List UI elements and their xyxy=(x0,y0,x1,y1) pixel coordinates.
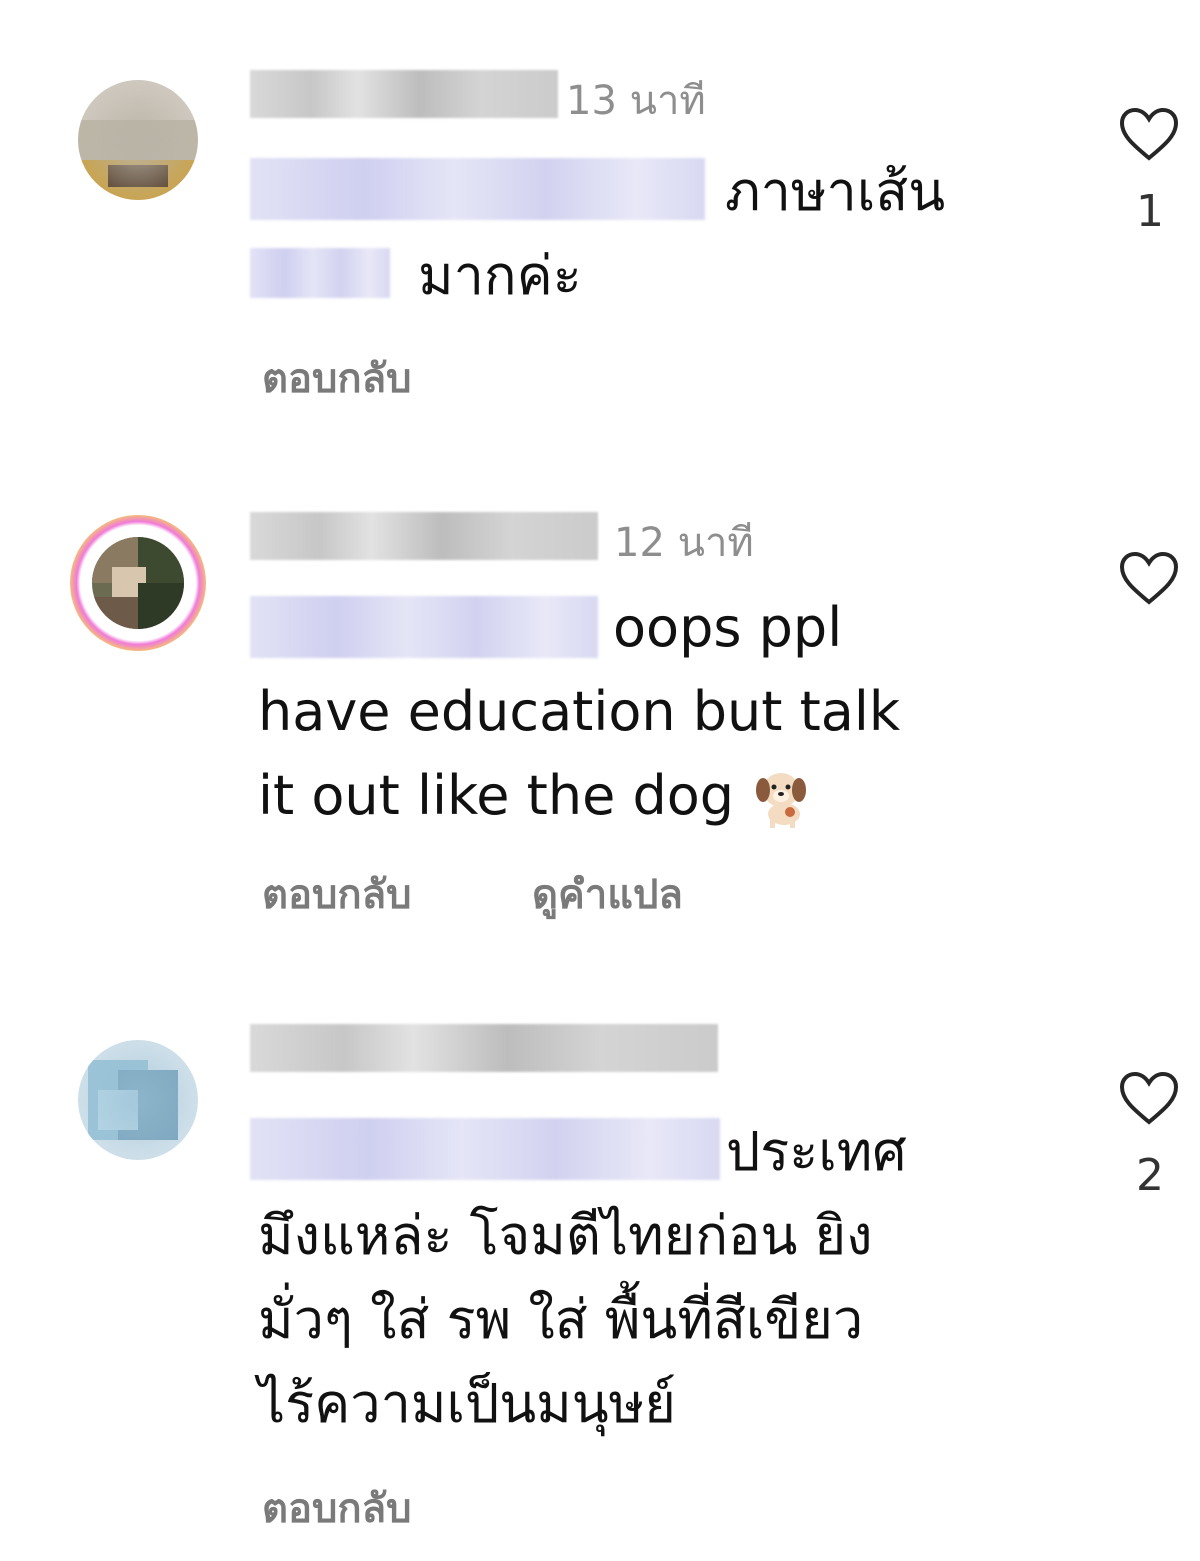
avatar[interactable] xyxy=(70,515,206,651)
comment-text-line: มึงแหล่ะ โจมตีไทยก่อน ยิง xyxy=(258,1204,873,1267)
comment-timestamp: 12 นาที xyxy=(614,520,754,566)
see-translation-button[interactable]: ดูคำแปล xyxy=(532,862,683,926)
heart-icon[interactable] xyxy=(1118,106,1180,162)
avatar[interactable] xyxy=(78,80,198,200)
comment-text-line: ประเทศ xyxy=(726,1120,907,1183)
heart-icon[interactable] xyxy=(1118,1070,1180,1126)
comment-text-line: it out like the dog xyxy=(258,754,978,838)
like-count: 2 xyxy=(1136,1150,1164,1201)
comment-text-line: มั่วๆ ใส่ รพ ใส่ พื้นที่สีเขียว xyxy=(258,1288,864,1351)
username-blurred[interactable] xyxy=(250,70,558,118)
comment-text-line: ไร้ความเป็นมนุษย์ xyxy=(258,1372,676,1435)
mention-blurred xyxy=(250,248,390,298)
comment-text-line: ภาษาเส้น xyxy=(725,160,946,223)
dog-emoji-icon xyxy=(756,773,807,829)
comment-text-segment: it out like the dog xyxy=(258,764,735,827)
comment-text: oops ppl have education but talk it out … xyxy=(258,586,978,838)
comment-text-line: have education but talk xyxy=(258,680,901,743)
heart-icon[interactable] xyxy=(1118,550,1180,606)
avatar[interactable] xyxy=(78,1040,198,1160)
username-blurred[interactable] xyxy=(250,512,598,560)
comment-text-line: oops ppl xyxy=(613,596,843,659)
like-count: 1 xyxy=(1136,186,1164,237)
username-blurred[interactable] xyxy=(250,1024,718,1072)
comment-text: ประเทศ มึงแหล่ะ โจมตีไทยก่อน ยิง มั่วๆ ใ… xyxy=(258,1110,978,1446)
reply-button[interactable]: ตอบกลับ xyxy=(262,862,412,926)
reply-button[interactable]: ตอบกลับ xyxy=(262,346,412,410)
reply-button[interactable]: ตอบกลับ xyxy=(262,1476,412,1540)
comment-timestamp: 13 นาที xyxy=(566,78,706,124)
